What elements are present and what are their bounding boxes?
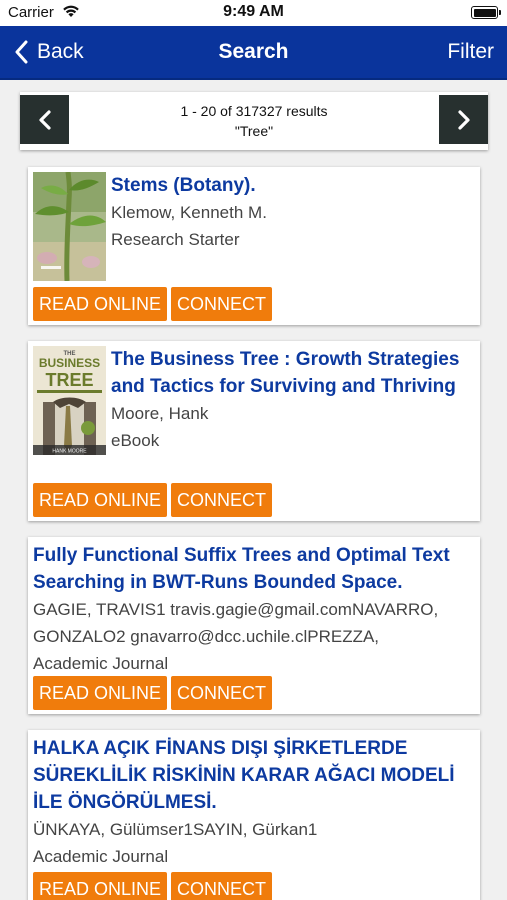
result-authors: Moore, Hank bbox=[111, 404, 209, 423]
results-summary: 1 - 20 of 317327 results "Tree" bbox=[75, 101, 433, 141]
result-actions: READ ONLINE CONNECT bbox=[33, 676, 273, 710]
result-actions: READ ONLINE CONNECT bbox=[33, 872, 273, 900]
filter-button[interactable]: Filter bbox=[447, 40, 494, 64]
result-type: Research Starter bbox=[111, 230, 240, 249]
result-type: Academic Journal bbox=[33, 847, 169, 866]
result-authors: GAGIE, TRAVIS1 travis.gagie@gmail.comNAV… bbox=[33, 600, 439, 646]
back-button[interactable]: Back bbox=[14, 40, 84, 64]
result-title[interactable]: HALKA AÇIK FİNANS DIŞI ŞİRKETLERDE SÜREK… bbox=[33, 735, 474, 816]
result-title[interactable]: The Business Tree : Growth Strategies an… bbox=[111, 346, 474, 400]
read-online-button[interactable]: READ ONLINE bbox=[33, 483, 168, 517]
result-type: eBook bbox=[111, 431, 160, 450]
book-cover-image bbox=[33, 172, 106, 281]
result-details: Fully Functional Suffix Trees and Optima… bbox=[33, 542, 474, 677]
search-query: "Tree" bbox=[234, 123, 274, 139]
battery-icon bbox=[471, 6, 501, 19]
svg-text:TREE: TREE bbox=[45, 370, 93, 390]
svg-text:HANK MOORE: HANK MOORE bbox=[52, 449, 87, 455]
result-type: Academic Journal bbox=[33, 654, 169, 673]
result-details: The Business Tree : Growth Strategies an… bbox=[111, 346, 474, 454]
svg-text:BUSINESS: BUSINESS bbox=[39, 356, 100, 370]
results-pager: 1 - 20 of 317327 results "Tree" bbox=[20, 92, 488, 150]
result-details: Stems (Botany). Klemow, Kenneth M. Resea… bbox=[111, 172, 474, 253]
connect-button[interactable]: CONNECT bbox=[171, 872, 273, 900]
read-online-button[interactable]: READ ONLINE bbox=[33, 676, 168, 710]
result-authors: Klemow, Kenneth M. bbox=[111, 203, 267, 222]
connect-button[interactable]: CONNECT bbox=[171, 483, 273, 517]
connect-button[interactable]: CONNECT bbox=[171, 676, 273, 710]
chevron-left-icon bbox=[15, 40, 28, 64]
navigation-bar: Back Search Filter bbox=[0, 26, 507, 80]
chevron-right-icon bbox=[457, 109, 470, 130]
connect-button[interactable]: CONNECT bbox=[171, 287, 273, 321]
chevron-left-icon bbox=[38, 109, 51, 130]
results-range: 1 - 20 of 317327 results bbox=[180, 103, 328, 119]
result-actions: READ ONLINE CONNECT bbox=[33, 483, 273, 517]
read-online-button[interactable]: READ ONLINE bbox=[33, 872, 168, 900]
result-card: Fully Functional Suffix Trees and Optima… bbox=[28, 537, 480, 714]
result-card: HALKA AÇIK FİNANS DIŞI ŞİRKETLERDE SÜREK… bbox=[28, 730, 480, 900]
result-card: Stems (Botany). Klemow, Kenneth M. Resea… bbox=[28, 167, 480, 325]
book-cover-image: THE BUSINESS TREE HANK MOORE bbox=[33, 346, 106, 455]
status-bar: Carrier 9:49 AM bbox=[0, 0, 507, 26]
read-online-button[interactable]: READ ONLINE bbox=[33, 287, 168, 321]
next-page-button[interactable] bbox=[439, 95, 488, 144]
clock: 9:49 AM bbox=[223, 3, 284, 20]
previous-page-button[interactable] bbox=[20, 95, 69, 144]
result-title[interactable]: Stems (Botany). bbox=[111, 172, 474, 199]
result-authors: ÜNKAYA, Gülümser1SAYIN, Gürkan1 bbox=[33, 820, 318, 839]
result-details: HALKA AÇIK FİNANS DIŞI ŞİRKETLERDE SÜREK… bbox=[33, 735, 474, 870]
back-label: Back bbox=[37, 40, 84, 63]
result-actions: READ ONLINE CONNECT bbox=[33, 287, 273, 321]
result-title[interactable]: Fully Functional Suffix Trees and Optima… bbox=[33, 542, 474, 596]
result-card: THE BUSINESS TREE HANK MOORE The Busines… bbox=[28, 341, 480, 521]
